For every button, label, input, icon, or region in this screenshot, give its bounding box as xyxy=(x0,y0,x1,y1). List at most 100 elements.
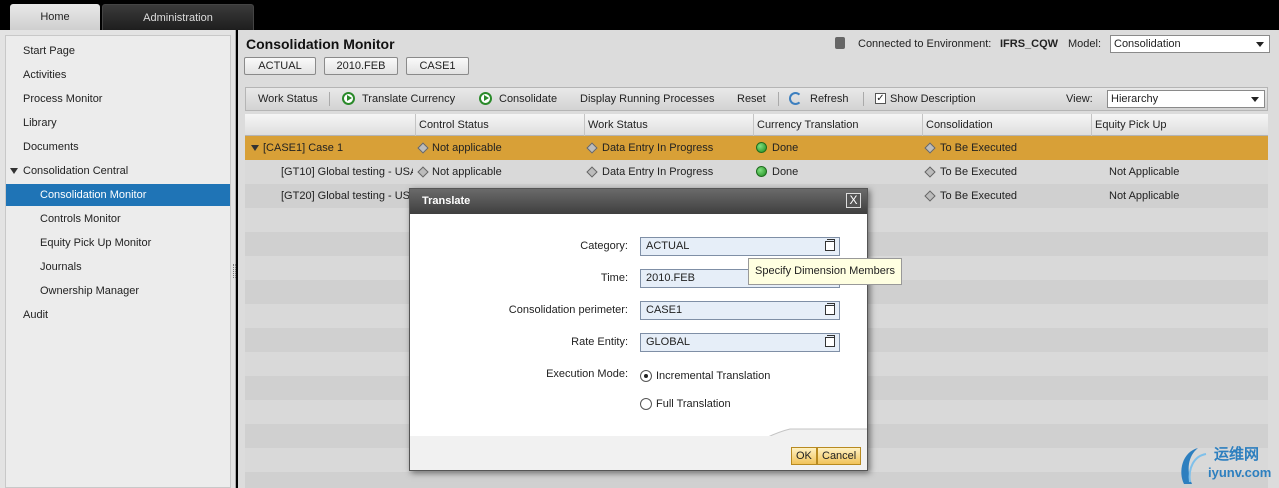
sidebar-item-equity-pick-up-monitor[interactable]: Equity Pick Up Monitor xyxy=(6,232,230,254)
currency-translation-cell: Done xyxy=(772,166,799,178)
show-description-label: Show Description xyxy=(890,93,976,105)
category-value: ACTUAL xyxy=(646,240,690,252)
column-header-control-status[interactable]: Control Status xyxy=(415,114,584,136)
sidebar-item-process-monitor[interactable]: Process Monitor xyxy=(6,88,230,110)
sidebar-item-documents[interactable]: Documents xyxy=(6,136,230,158)
table-row[interactable]: [GT10] Global testing - USA Not applicab… xyxy=(245,160,1268,184)
empty-row xyxy=(245,472,1268,488)
ok-button[interactable]: OK xyxy=(791,447,817,465)
display-running-processes-button[interactable]: Display Running Processes xyxy=(580,92,715,106)
sidebar-item-audit[interactable]: Audit xyxy=(6,304,230,326)
column-header-currency-translation[interactable]: Currency Translation xyxy=(753,114,922,136)
model-select[interactable]: Consolidation xyxy=(1110,35,1270,53)
full-translation-label: Full Translation xyxy=(656,398,731,410)
status-done-icon xyxy=(756,166,767,177)
perimeter-value: CASE1 xyxy=(646,304,683,316)
sidebar-item-consolidation-central[interactable]: Consolidation Central xyxy=(6,160,230,182)
cancel-button[interactable]: Cancel xyxy=(817,447,862,465)
sidebar-item-journals[interactable]: Journals xyxy=(6,256,230,278)
work-status-cell: Data Entry In Progress xyxy=(602,166,714,178)
context-perimeter-button[interactable]: CASE1 xyxy=(406,57,469,75)
equity-pick-up-cell: Not Applicable xyxy=(1109,166,1180,178)
context-category-button[interactable]: ACTUAL xyxy=(244,57,316,75)
chevron-down-icon xyxy=(1251,97,1259,102)
sidebar: Start Page Activities Process Monitor Li… xyxy=(0,30,236,488)
model-select-value: Consolidation xyxy=(1114,38,1181,50)
sidebar-panel: Start Page Activities Process Monitor Li… xyxy=(5,35,231,488)
top-tab-bar: Home Administration xyxy=(0,0,1279,30)
status-diamond-icon xyxy=(924,166,936,178)
consolidation-cell: To Be Executed xyxy=(940,142,1018,154)
refresh-icon xyxy=(789,92,802,105)
reset-button[interactable]: Reset xyxy=(737,92,766,106)
refresh-button[interactable]: Refresh xyxy=(810,92,849,106)
status-diamond-icon xyxy=(586,142,598,154)
consolidation-cell: To Be Executed xyxy=(940,166,1018,178)
grid-header: Control Status Work Status Currency Tran… xyxy=(245,114,1268,136)
control-status-cell: Not applicable xyxy=(432,166,502,178)
incremental-translation-radio[interactable] xyxy=(640,370,652,382)
sidebar-item-consolidation-monitor[interactable]: Consolidation Monitor xyxy=(6,184,230,206)
member-selector-icon[interactable] xyxy=(825,303,835,315)
consolidation-cell: To Be Executed xyxy=(940,190,1018,202)
chevron-down-icon xyxy=(1256,42,1264,47)
watermark-text: 运维网 xyxy=(1214,446,1260,463)
rate-entity-field[interactable]: GLOBAL xyxy=(640,333,840,352)
context-time-button[interactable]: 2010.FEB xyxy=(324,57,398,75)
rate-entity-value: GLOBAL xyxy=(646,336,691,348)
tab-administration[interactable]: Administration xyxy=(102,4,254,30)
play-icon xyxy=(342,92,355,105)
entity-name: [CASE1] Case 1 xyxy=(263,142,344,154)
consolidate-button[interactable]: Consolidate xyxy=(499,92,557,106)
translate-dialog: Translate X Category: ACTUAL Time: 2010.… xyxy=(409,188,868,471)
chevron-down-icon[interactable] xyxy=(10,168,18,174)
tab-home[interactable]: Home xyxy=(10,4,100,30)
column-header-work-status[interactable]: Work Status xyxy=(584,114,753,136)
status-diamond-icon xyxy=(586,166,598,178)
environment-value: IFRS_CQW xyxy=(1000,38,1059,50)
member-selector-icon[interactable] xyxy=(825,239,835,251)
close-icon[interactable]: X xyxy=(846,193,861,208)
column-header-equity-pick-up[interactable]: Equity Pick Up xyxy=(1091,114,1268,136)
currency-translation-cell: Done xyxy=(772,142,799,154)
work-status-button[interactable]: Work Status xyxy=(258,92,318,106)
chevron-down-icon[interactable] xyxy=(251,145,259,151)
work-status-cell: Data Entry In Progress xyxy=(602,142,714,154)
entity-name: [GT20] Global testing - USA xyxy=(281,190,413,202)
toolbar-divider xyxy=(863,92,864,106)
perimeter-field[interactable]: CASE1 xyxy=(640,301,840,320)
table-row[interactable]: [CASE1] Case 1 Not applicable Data Entry… xyxy=(245,136,1268,160)
translate-currency-button[interactable]: Translate Currency xyxy=(362,92,455,106)
sidebar-splitter-handle[interactable] xyxy=(233,264,236,278)
status-diamond-icon xyxy=(924,142,936,154)
category-field[interactable]: ACTUAL xyxy=(640,237,840,256)
sidebar-item-library[interactable]: Library xyxy=(6,112,230,134)
sidebar-item-controls-monitor[interactable]: Controls Monitor xyxy=(6,208,230,230)
time-value: 2010.FEB xyxy=(646,272,695,284)
toolbar-divider xyxy=(329,92,330,106)
perimeter-label: Consolidation perimeter: xyxy=(508,304,628,316)
member-selector-icon[interactable] xyxy=(825,335,835,347)
status-diamond-icon xyxy=(417,142,429,154)
control-status-cell: Not applicable xyxy=(432,142,502,154)
full-translation-radio[interactable] xyxy=(640,398,652,410)
view-select-value: Hierarchy xyxy=(1111,93,1159,105)
sidebar-item-activities[interactable]: Activities xyxy=(6,64,230,86)
sidebar-item-start-page[interactable]: Start Page xyxy=(6,40,230,62)
execution-mode-label: Execution Mode: xyxy=(546,368,628,380)
watermark-url: iyunv.com xyxy=(1208,465,1272,480)
incremental-translation-label: Incremental Translation xyxy=(656,370,771,382)
column-header-consolidation[interactable]: Consolidation xyxy=(922,114,1091,136)
view-label: View: xyxy=(1066,93,1093,105)
toolbar: Work Status Translate Currency Consolida… xyxy=(245,87,1268,111)
view-select[interactable]: Hierarchy xyxy=(1107,90,1265,108)
time-label: Time: xyxy=(600,272,628,284)
status-diamond-icon xyxy=(417,166,429,178)
environment-label: Connected to Environment: xyxy=(858,38,992,50)
category-label: Category: xyxy=(580,240,628,252)
sidebar-item-label: Consolidation Central xyxy=(23,165,129,177)
sidebar-item-ownership-manager[interactable]: Ownership Manager xyxy=(6,280,230,302)
page-title: Consolidation Monitor xyxy=(246,36,395,52)
show-description-checkbox[interactable]: ✓ xyxy=(875,93,886,104)
dialog-title: Translate xyxy=(410,189,867,214)
